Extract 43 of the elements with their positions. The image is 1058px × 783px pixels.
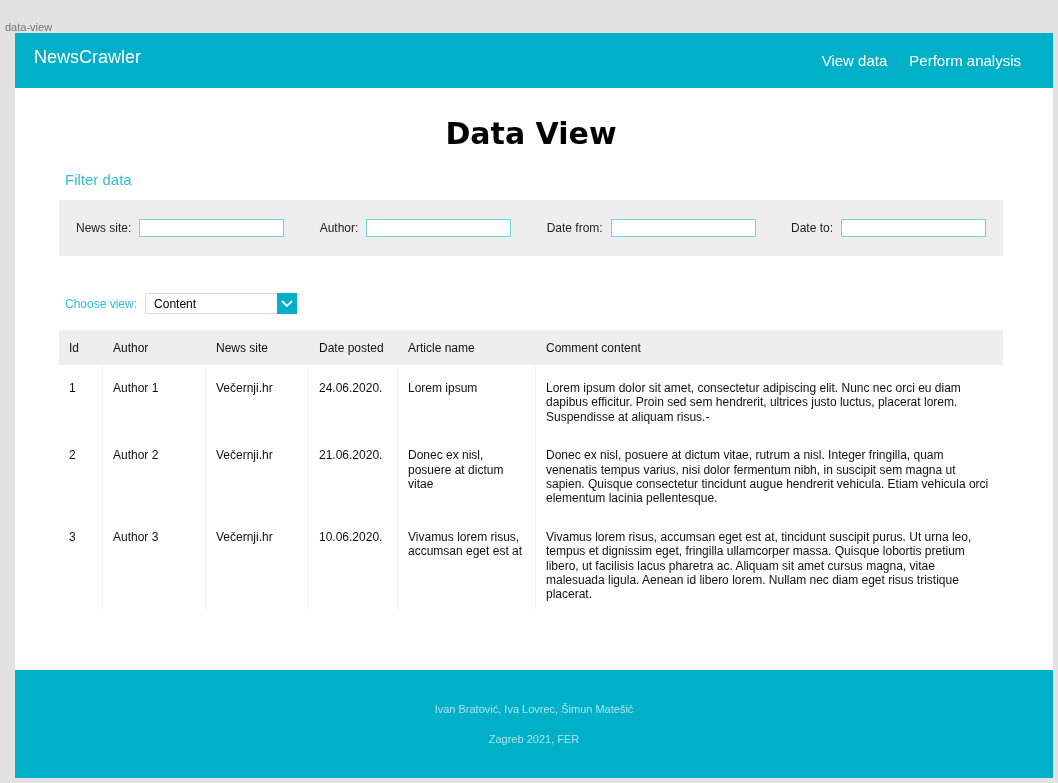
frame-label: data-view xyxy=(5,22,54,33)
column-header: Id xyxy=(69,340,79,355)
field-label: Date to: xyxy=(790,221,833,235)
footer-text: Zagreb 2021, FER xyxy=(488,732,580,745)
table-cell: 1 xyxy=(69,381,76,395)
table-cell: Lorem ipsum dolor sit amet, consectetur adipiscing elit. Nunc nec orci eu diam dapibus efficitur. Proin sed sem hendrerit, ultrices justo luctus, placerat lorem. Suspendisse at aliquam risus.- xyxy=(546,381,961,424)
table-cell: 24.06.2020. xyxy=(319,381,383,395)
table-cell: 10.06.2020. xyxy=(319,529,383,544)
field-label: Date from: xyxy=(546,221,603,235)
table-cell: Večernji.hr xyxy=(216,529,273,544)
footer-text: Ivan Bratović, Iva Lovrec, Šimun Matešić xyxy=(434,702,634,715)
table-cell: Donec ex nisl, posuere at dictum vitae xyxy=(408,448,504,491)
brand-name[interactable]: NewsCrawler xyxy=(34,47,141,68)
table-cell: Večernji.hr xyxy=(216,381,273,395)
column-header: Date posted xyxy=(319,340,384,355)
table-cell: 21.06.2020. xyxy=(319,448,383,463)
view-label: Choose view: xyxy=(65,296,138,311)
chevron-down-icon xyxy=(281,299,294,308)
view-dropdown[interactable]: Content xyxy=(145,293,298,314)
table-cell: Author 1 xyxy=(113,381,159,395)
table-cell: Vivamus lorem risus, accumsan eget est at, tincidunt suscipit purus. Ut urna leo, tempus et dignissim eget, fringilla ullamcorper massa. Quisque lobortis pretium libero, ut facilisis lacus pharetra ac. Aliquam sit amet cursus magna, vitae malesuada ligula. Aenean id libero lorem. Nullam nec diam eget risus tristique placerat. xyxy=(546,529,972,602)
input-field[interactable] xyxy=(841,219,986,237)
table-cell: Vivamus lorem risus, accumsan eget est at xyxy=(408,529,523,559)
input-field[interactable] xyxy=(610,219,756,237)
nav-link[interactable]: Perform analysis xyxy=(909,52,1021,69)
nav-link[interactable]: View data xyxy=(821,52,888,69)
table-cell: 2 xyxy=(69,448,76,463)
table-cell: Donec ex nisl, posuere at dictum vitae, rutrum a nisl. Integer fringilla, quam venenatis tempus varius, nisi dolor fermentum nibh, in suscipit sem magna ut sapien. Quisque consectetur tincidunt augue hendrerit vehicula. Etiam vehicula orci elementum lacinia pellentesque. xyxy=(546,448,989,506)
input-field[interactable] xyxy=(366,219,512,237)
filter-heading: Filter data xyxy=(65,171,133,188)
page-title: Data View xyxy=(444,116,618,151)
column-header: Comment content xyxy=(546,340,641,355)
field-label: News site: xyxy=(76,221,132,235)
table-cell: Večernji.hr xyxy=(216,448,273,463)
column-header: Author xyxy=(113,340,149,355)
table-cell: Author 3 xyxy=(113,529,159,544)
column-header: News site xyxy=(216,340,268,355)
table-cell: Lorem ipsum xyxy=(408,381,478,395)
table-cell: 3 xyxy=(69,529,76,544)
input-field[interactable] xyxy=(139,219,285,237)
table-cell: Author 2 xyxy=(113,448,159,463)
column-header: Article name xyxy=(408,340,475,355)
field-label: Author: xyxy=(319,221,359,235)
